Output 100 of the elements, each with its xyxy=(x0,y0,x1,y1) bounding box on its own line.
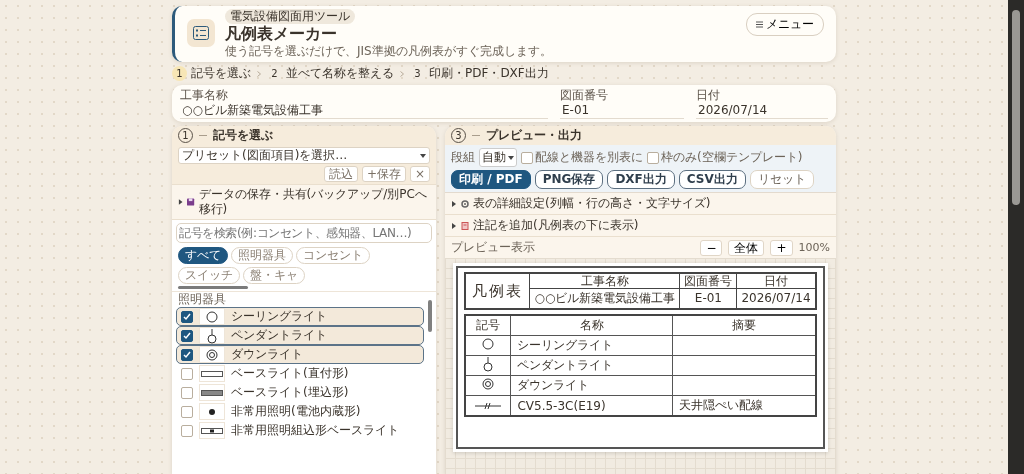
panel-title: 記号を選ぶ xyxy=(213,128,273,143)
export-button[interactable]: リセット xyxy=(749,170,814,189)
bar-with-dot-symbol-icon xyxy=(201,427,223,434)
preset-dropdown[interactable]: プリセット(図面項目)を選択… xyxy=(178,147,430,164)
column-header: 名称 xyxy=(510,315,673,336)
symbol-name: シーリングライト xyxy=(231,308,327,325)
field-label: 日付 xyxy=(696,88,721,103)
list-icon xyxy=(187,19,215,47)
checkbox[interactable] xyxy=(647,151,659,164)
symbol-name: ペンダントライト xyxy=(231,327,327,344)
settings-toggle[interactable]: 注記を追加(凡例表の下に表示) xyxy=(445,215,836,237)
field-label: 図面番号 xyxy=(560,88,609,103)
header-value: E-01 xyxy=(680,289,738,308)
zoom-button[interactable]: − xyxy=(700,239,723,256)
symbol-list-item[interactable]: ベースライト(直付形) xyxy=(176,364,424,383)
symbol-name: 非常用照明組込形ベースライト xyxy=(231,422,399,439)
header-value: ○○ビル新築電気設備工事 xyxy=(530,289,681,308)
checkbox[interactable] xyxy=(181,424,193,437)
preset-button[interactable]: 読込 xyxy=(323,166,358,182)
layout-dropdown[interactable]: 自動 xyxy=(479,148,517,167)
caret-icon xyxy=(420,153,426,158)
symbol-name: ベースライト(直付形) xyxy=(231,365,349,382)
export-button[interactable]: CSV出力 xyxy=(678,170,746,189)
app-subtitle: 使う記号を選ぶだけで、JIS準拠の凡例表がすぐ完成します。 xyxy=(225,44,552,59)
filter-chip[interactable]: 照明器具 xyxy=(231,247,293,264)
filter-chip[interactable]: すべて xyxy=(178,247,228,264)
double-circle-symbol-icon xyxy=(205,347,219,362)
caret-icon xyxy=(508,155,514,160)
filter-chip[interactable]: スイッチ xyxy=(178,267,240,284)
table-cell: シーリングライト xyxy=(510,335,673,356)
symbol-list-item[interactable]: ペンダントライト xyxy=(176,326,424,345)
preview-label: プレビュー表示 xyxy=(451,239,536,256)
section-label: 注記を追加(凡例表の下に表示) xyxy=(473,218,639,233)
chevron-icon xyxy=(257,70,261,77)
symbol-list-item[interactable]: 非常用照明(電池内蔵形) xyxy=(176,402,424,421)
input-field[interactable]: 2026/07/14 xyxy=(696,103,828,119)
symbol-name: ダウンライト xyxy=(231,346,303,363)
checkbox-label: 配線と機器を別表に xyxy=(535,149,643,166)
chip-scrollbar[interactable] xyxy=(172,286,436,291)
symbol-name: 非常用照明(電池内蔵形) xyxy=(231,403,361,420)
step-label[interactable]: 印刷・PDF・DXF出力 xyxy=(429,66,549,81)
input-field[interactable]: E-01 xyxy=(560,103,684,119)
zoom-button[interactable]: + xyxy=(770,239,793,256)
category-heading: 照明器具 xyxy=(177,292,227,307)
checkbox-label: 枠のみ(空欄テンプレート) xyxy=(661,149,803,166)
zoom-level: 100% xyxy=(798,241,830,254)
checkbox[interactable] xyxy=(181,386,193,399)
step-number: 2 xyxy=(270,67,279,81)
field-label: 工事名称 xyxy=(180,88,229,103)
filter-chip[interactable]: コンセント xyxy=(296,247,370,264)
filled-bar-symbol-icon xyxy=(201,389,223,396)
checkbox[interactable] xyxy=(181,405,193,418)
export-button[interactable]: PNG保存 xyxy=(534,170,604,189)
page-scrollbar[interactable] xyxy=(1008,0,1024,474)
header-label: 図面番号 xyxy=(680,274,738,289)
header-value: 2026/07/14 xyxy=(740,290,812,307)
export-button[interactable]: 印刷 / PDF xyxy=(451,170,531,189)
checkbox[interactable] xyxy=(181,329,193,342)
menu-button[interactable]: メニュー xyxy=(746,13,824,36)
gear-icon xyxy=(461,199,469,208)
pendant-symbol-icon xyxy=(205,327,219,344)
checkbox[interactable] xyxy=(181,348,193,361)
preset-button[interactable]: +保存 xyxy=(361,166,406,182)
preset-button[interactable]: × xyxy=(409,166,430,182)
pendant-symbol-icon xyxy=(481,356,496,372)
panel-title: プレビュー・出力 xyxy=(486,128,582,143)
symbol-list-item[interactable]: シーリングライト xyxy=(176,307,424,326)
checkbox[interactable] xyxy=(181,367,193,380)
settings-toggle[interactable]: 表の詳細設定(列幅・行の高さ・文字サイズ) xyxy=(445,193,836,215)
step-label[interactable]: 記号を選ぶ xyxy=(191,66,251,81)
column-header: 記号 xyxy=(465,315,511,336)
search-field[interactable]: 記号を検索(例:コンセント、感知器、LAN…) xyxy=(176,223,432,243)
symbol-list-item[interactable]: 非常用照明組込形ベースライト xyxy=(176,421,424,440)
symbol-list-item[interactable]: ベースライト(埋込形) xyxy=(176,383,424,402)
step-label[interactable]: 並べて名称を整える xyxy=(286,66,394,81)
chevron-icon xyxy=(400,70,404,77)
table-cell: ペンダントライト xyxy=(510,355,673,376)
zoom-button[interactable]: 全体 xyxy=(728,239,765,256)
legend-title: 凡例表 xyxy=(466,274,531,308)
export-button[interactable]: DXF出力 xyxy=(607,170,675,189)
section-label: データの保存・共有(バックアップ/別PCへ移行) xyxy=(198,187,428,217)
input-field[interactable]: ○○ビル新築電気設備工事 xyxy=(180,103,548,119)
symbol-list-item[interactable]: ダウンライト xyxy=(176,345,424,364)
filter-chip[interactable]: 盤・キャ xyxy=(243,267,305,284)
step-number: 3 xyxy=(413,67,422,81)
memo-icon xyxy=(461,221,469,230)
checkbox[interactable] xyxy=(521,151,533,164)
symbol-name: ベースライト(埋込形) xyxy=(231,384,349,401)
tool-badge: 電気設備図面用ツール xyxy=(225,9,355,24)
circle-symbol-icon xyxy=(481,337,496,351)
table-cell: ダウンライト xyxy=(510,375,673,396)
double-circle-symbol-icon xyxy=(481,377,496,391)
section-label: 表の詳細設定(列幅・行の高さ・文字サイズ) xyxy=(473,196,711,211)
layout-label: 段組 xyxy=(451,149,475,166)
step-number: 1 xyxy=(172,66,187,81)
wiring-line-symbol-icon xyxy=(475,401,502,410)
app-title: 凡例表メーカー xyxy=(225,24,337,44)
checkbox[interactable] xyxy=(181,310,193,323)
menu-icon xyxy=(756,21,763,28)
header-label: 日付 xyxy=(737,274,815,289)
